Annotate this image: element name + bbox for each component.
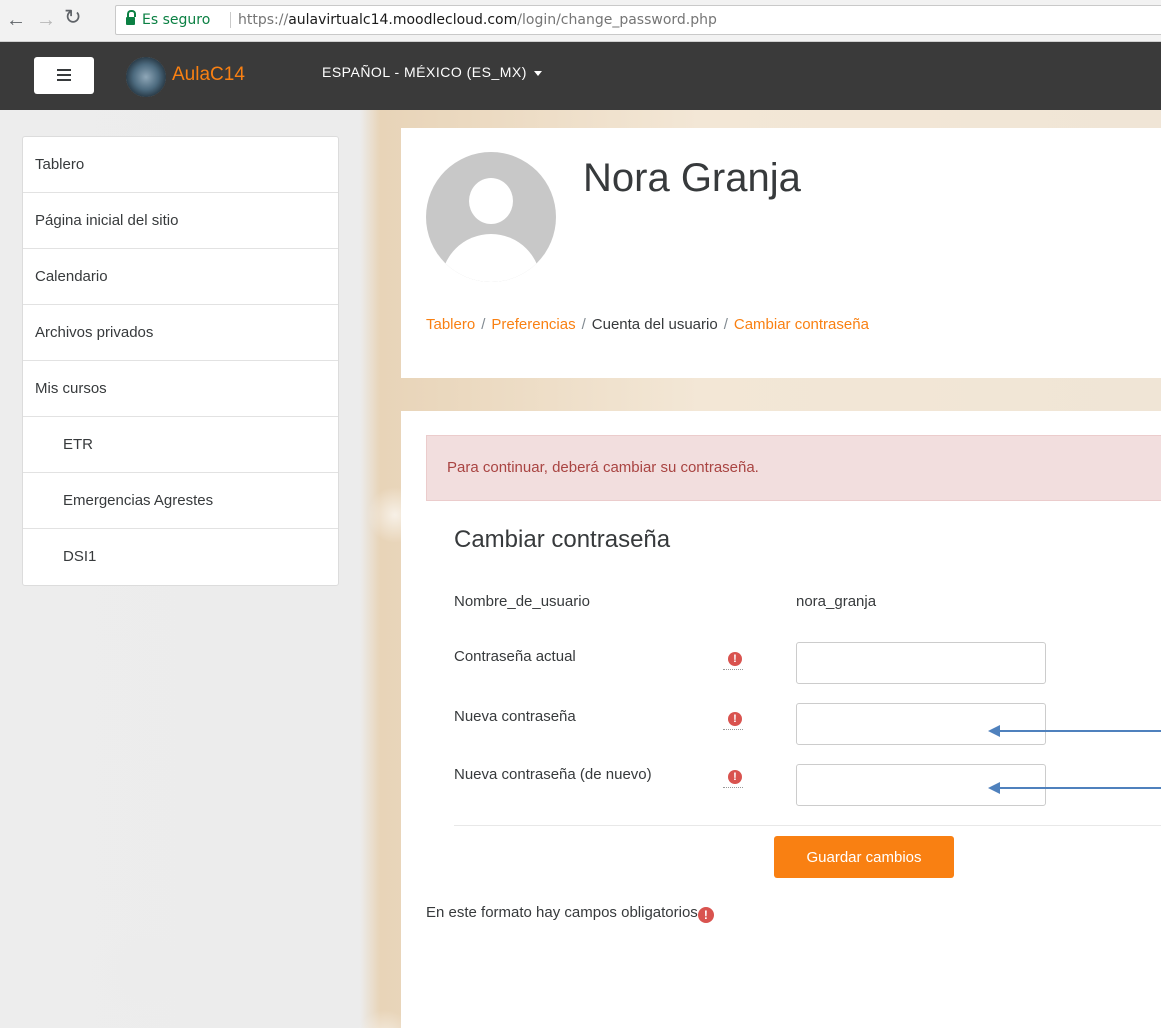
- save-changes-button[interactable]: Guardar cambios: [774, 836, 954, 878]
- sidebar-item-my-courses[interactable]: Mis cursos: [23, 361, 338, 417]
- username-value: nora_granja: [796, 593, 877, 610]
- sidebar-item-course-etr[interactable]: ETR: [23, 417, 338, 473]
- required-icon[interactable]: !: [723, 767, 743, 788]
- sidebar-item-tablero[interactable]: Tablero: [23, 137, 338, 193]
- site-name-link[interactable]: AulaC14: [172, 64, 245, 86]
- change-password-alert: Para continuar, deberá cambiar su contra…: [426, 435, 1161, 501]
- url-text: https://aulavirtualc14.moodlecloud.com/l…: [238, 12, 717, 28]
- nav-drawer: Tablero Página inicial del sitio Calenda…: [22, 136, 339, 586]
- breadcrumb-preferencias[interactable]: Preferencias: [491, 316, 575, 333]
- back-arrow-icon[interactable]: ←: [6, 8, 26, 32]
- language-menu[interactable]: ESPAÑOL - MÉXICO (ES_MX): [322, 64, 542, 80]
- hamburger-icon: [57, 69, 71, 71]
- sidebar-item-calendar[interactable]: Calendario: [23, 249, 338, 305]
- breadcrumb-tablero[interactable]: Tablero: [426, 316, 475, 333]
- page-header: Nora Granja Tablero / Preferencias / Cuenta …: [401, 128, 1161, 378]
- main-content: Para continuar, deberá cambiar su contra…: [401, 411, 1161, 1028]
- required-fields-note: En este formato hay campos obligatorios!: [426, 904, 714, 923]
- top-navbar: AulaC14 ESPAÑOL - MÉXICO (ES_MX): [0, 42, 1161, 110]
- current-password-label: Contraseña actual: [454, 648, 576, 665]
- new-password-input[interactable]: [796, 703, 1046, 745]
- sidebar-item-private-files[interactable]: Archivos privados: [23, 305, 338, 361]
- divider: [454, 825, 1161, 826]
- new-password-again-label: Nueva contraseña (de nuevo): [454, 766, 652, 783]
- user-name-heading: Nora Granja: [583, 156, 801, 200]
- user-avatar-icon[interactable]: [426, 152, 556, 282]
- lock-icon: [126, 10, 136, 25]
- breadcrumb-cambiar-contrasena[interactable]: Cambiar contraseña: [734, 316, 869, 333]
- site-logo-icon[interactable]: [126, 57, 166, 97]
- breadcrumb-cuenta: Cuenta del usuario: [591, 316, 718, 333]
- sidebar-item-course-dsi1[interactable]: DSI1: [23, 529, 338, 585]
- required-icon: !: [697, 907, 714, 923]
- new-password-label: Nueva contraseña: [454, 708, 576, 725]
- sidebar-item-site-home[interactable]: Página inicial del sitio: [23, 193, 338, 249]
- annotation-arrow-icon: [988, 725, 1161, 737]
- required-icon[interactable]: !: [723, 709, 743, 730]
- forward-arrow-icon[interactable]: →: [36, 8, 56, 32]
- reload-icon[interactable]: ↻: [64, 6, 82, 30]
- caret-down-icon: [533, 70, 542, 76]
- sidebar-item-course-emergencias[interactable]: Emergencias Agrestes: [23, 473, 338, 529]
- menu-toggle-button[interactable]: [34, 57, 94, 94]
- secure-label: Es seguro: [142, 12, 211, 28]
- browser-toolbar: ← → ↻ Es seguro https://aulavirtualc14.m…: [0, 0, 1161, 42]
- current-password-input[interactable]: [796, 642, 1046, 684]
- annotation-arrow-icon: [988, 782, 1161, 794]
- username-label: Nombre_de_usuario: [454, 593, 590, 610]
- required-icon[interactable]: !: [723, 649, 743, 670]
- form-title: Cambiar contraseña: [454, 526, 671, 553]
- breadcrumb: Tablero / Preferencias / Cuenta del usuario /…: [426, 316, 869, 333]
- address-bar[interactable]: Es seguro https://aulavirtualc14.moodlec…: [115, 5, 1161, 35]
